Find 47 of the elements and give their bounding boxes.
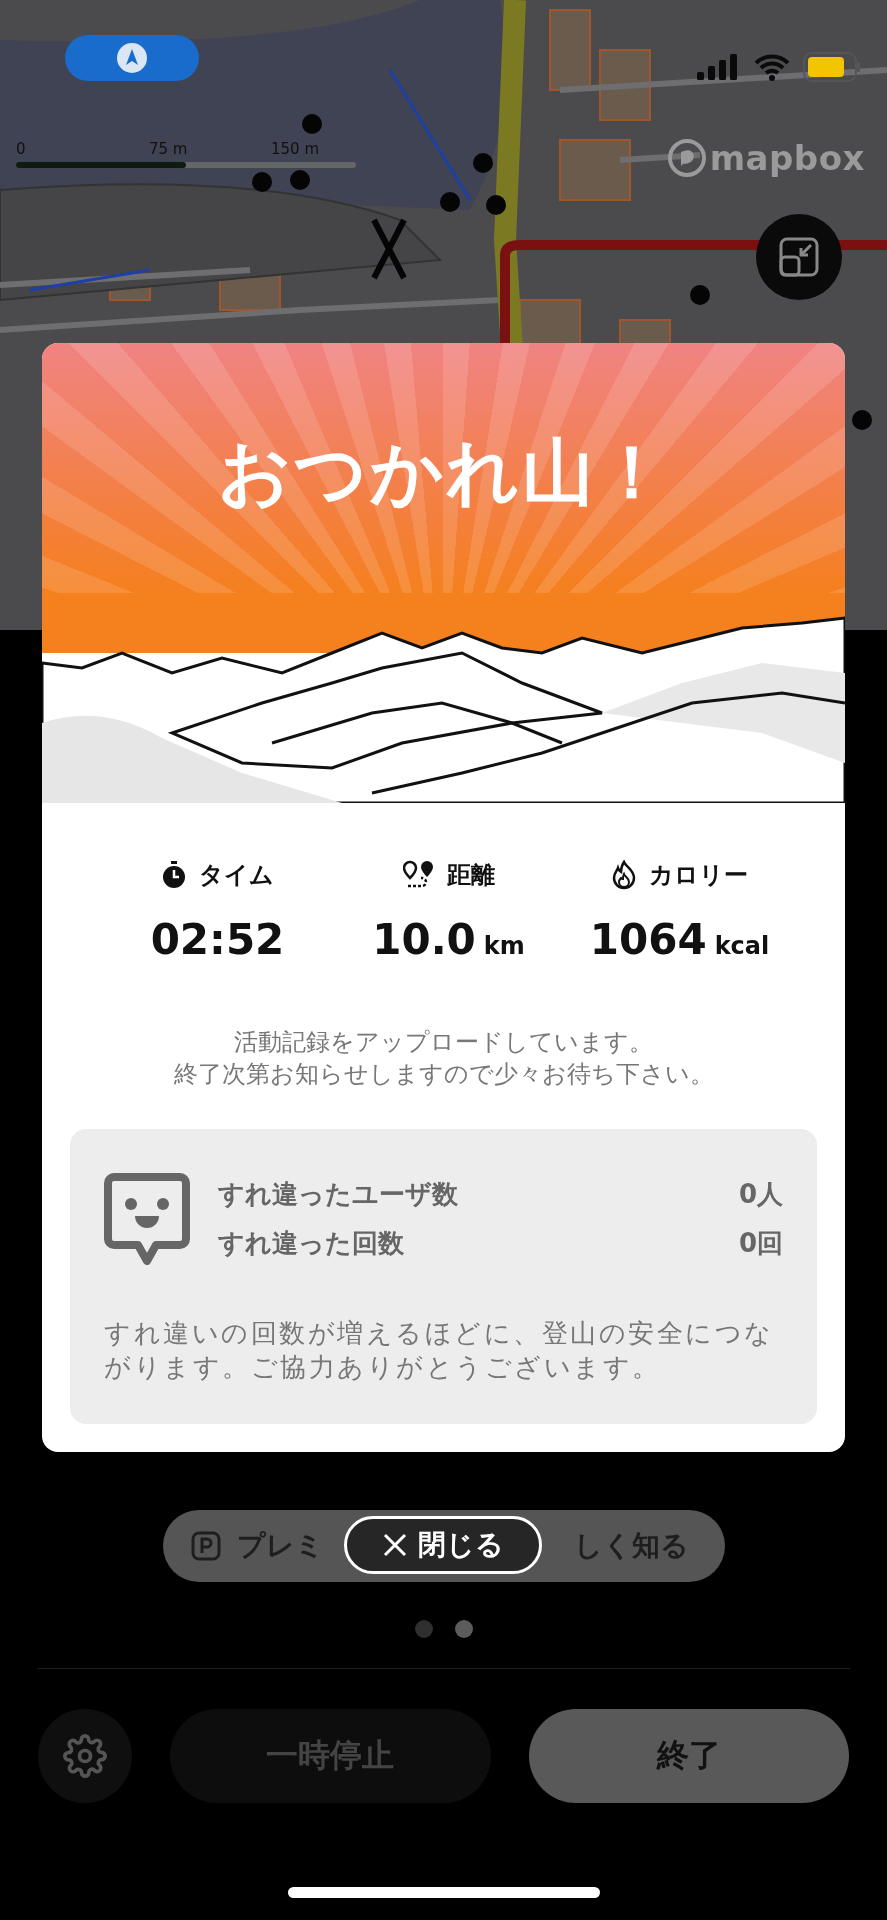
page-dot[interactable] [454,1620,473,1638]
battery-icon [803,52,861,82]
scale-label: 0 [16,140,26,158]
smiling-speech-bubble-icon [104,1172,190,1265]
upload-message: 終了次第お知らせしますので少々お待ち下さい。 [173,1059,714,1091]
shrink-icon [778,236,820,278]
map-marker-dot [302,114,322,134]
dialog-title: おつかれ山！ [217,429,670,516]
upload-message: 活動記録をアップロードしています。 [234,1027,653,1058]
p-badge-icon [190,1531,221,1561]
encounter-count: 0人 [738,1177,783,1211]
map-marker-dot [290,170,310,190]
stat-label: 距離 [446,860,495,891]
map-marker-dot [473,153,493,173]
map-marker-dot [690,285,710,305]
encounter-count: 0回 [738,1226,783,1260]
map-marker-dot [252,172,272,192]
building [599,49,651,121]
building [559,139,631,201]
route-pins-icon [402,860,435,890]
close-icon [382,1532,408,1558]
flame-icon [611,860,637,890]
wifi-icon [753,53,791,81]
stat-label: カロリー [649,860,748,891]
stat-unit: kcal [714,932,770,960]
map-marker-dot [486,195,506,215]
mapbox-logo-text: mapbox [709,138,865,178]
location-button[interactable] [65,35,199,81]
stat-value: 10.0 [372,915,476,964]
scale-label: 150 m [271,140,319,158]
encounter-note: すれ違いの回数が増えるほどに、登山の安全につながります。ご協力ありがとうございます。 [104,1316,775,1384]
stat-unit: km [483,932,525,960]
stat-value: 1064 [589,915,707,964]
stopwatch-icon [161,861,187,889]
settings-icon [63,1734,107,1778]
map-marker-dot [440,192,460,212]
map-marker-dot [852,410,872,430]
cross-mark [371,217,407,281]
close-button[interactable]: 閉じる [344,1516,542,1574]
encounter-label: すれ違った回数 [218,1226,404,1260]
stat-label: タイム [199,860,274,891]
mapbox-logo-icon [667,139,706,177]
stat-value: 02:52 [150,915,285,964]
page-dot[interactable] [414,1620,433,1638]
scale-label: 75 m [149,140,188,158]
encounter-label: すれ違ったユーザ数 [218,1177,458,1211]
end-button[interactable]: 終了 [528,1709,849,1803]
